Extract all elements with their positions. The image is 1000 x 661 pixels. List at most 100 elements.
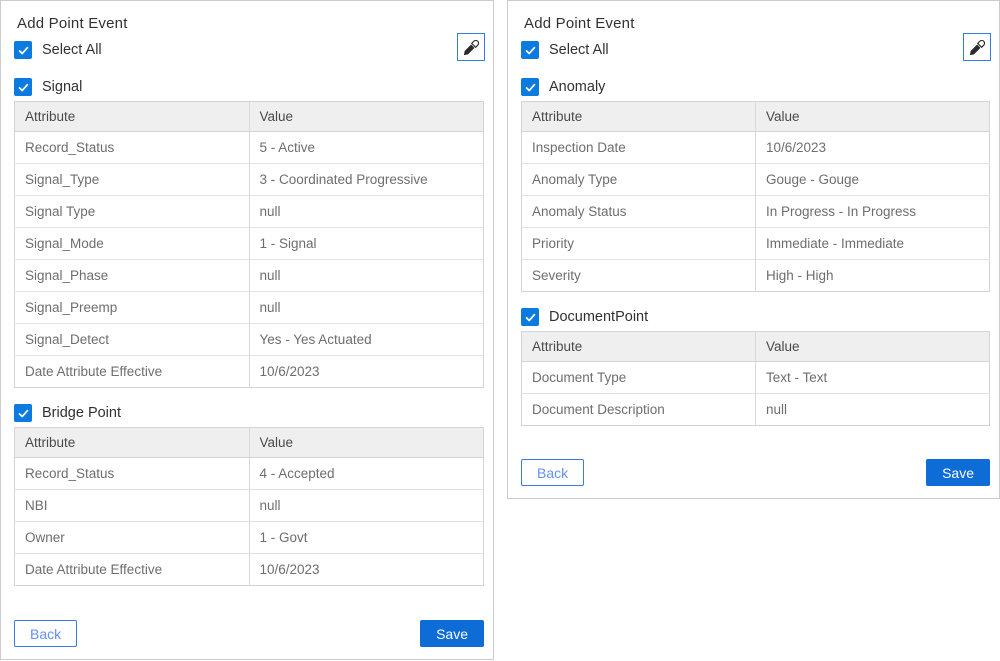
checkbox-signal[interactable] — [14, 78, 32, 96]
table-row: Signal_Mode1 - Signal — [15, 228, 484, 260]
table-header-row: Attribute Value — [522, 332, 990, 362]
attribute-cell: Anomaly Status — [522, 196, 756, 228]
table-row: NBInull — [15, 490, 484, 522]
attribute-cell: Signal_Detect — [15, 324, 250, 356]
value-cell: null — [249, 292, 484, 324]
table-row: Document Descriptionnull — [522, 394, 990, 426]
checkbox-anomaly[interactable] — [521, 78, 539, 96]
add-point-event-panel-left: Add Point Event Select All Signal Attrib… — [0, 0, 494, 660]
value-cell: 5 - Active — [249, 132, 484, 164]
attribute-cell: Date Attribute Effective — [15, 356, 250, 388]
table-row: Record_Status4 - Accepted — [15, 458, 484, 490]
section-label-signal: Signal — [42, 79, 82, 95]
column-header-attribute: Attribute — [15, 102, 250, 132]
table-row: Anomaly TypeGouge - Gouge — [522, 164, 990, 196]
select-all-row: Select All — [14, 41, 484, 59]
table-row: Record_Status5 - Active — [15, 132, 484, 164]
attribute-table-anomaly: Attribute Value Inspection Date10/6/2023… — [521, 101, 990, 292]
table-row: SeverityHigh - High — [522, 260, 990, 292]
attribute-cell: Inspection Date — [522, 132, 756, 164]
select-all-label: Select All — [549, 42, 609, 58]
attribute-table-documentpoint: Attribute Value Document TypeText - Text… — [521, 331, 990, 426]
table-row: Anomaly StatusIn Progress - In Progress — [522, 196, 990, 228]
attribute-cell: Document Description — [522, 394, 756, 426]
attribute-cell: Signal Type — [15, 196, 250, 228]
select-all-checkbox[interactable] — [14, 41, 32, 59]
attribute-cell: Signal_Mode — [15, 228, 250, 260]
table-header-row: Attribute Value — [522, 102, 990, 132]
attribute-cell: Owner — [15, 522, 250, 554]
table-row: Signal_Type3 - Coordinated Progressive — [15, 164, 484, 196]
attribute-cell: Priority — [522, 228, 756, 260]
back-button[interactable]: Back — [521, 459, 584, 486]
select-all-checkbox[interactable] — [521, 41, 539, 59]
section-row-bridge-point: Bridge Point — [14, 404, 484, 422]
table-row: PriorityImmediate - Immediate — [522, 228, 990, 260]
value-cell: 3 - Coordinated Progressive — [249, 164, 484, 196]
value-cell: Gouge - Gouge — [756, 164, 990, 196]
attribute-cell: Signal_Preemp — [15, 292, 250, 324]
check-icon — [17, 407, 30, 420]
table-row: Inspection Date10/6/2023 — [522, 132, 990, 164]
eyedropper-button[interactable] — [963, 33, 991, 61]
attribute-cell: Record_Status — [15, 132, 250, 164]
save-button[interactable]: Save — [926, 459, 990, 486]
add-point-event-panel-right: Add Point Event Select All Anomaly Attri… — [507, 0, 1000, 499]
table-row: Owner1 - Govt — [15, 522, 484, 554]
checkbox-documentpoint[interactable] — [521, 308, 539, 326]
page-title: Add Point Event — [17, 15, 484, 32]
table-row: Signal_Phasenull — [15, 260, 484, 292]
value-cell: Yes - Yes Actuated — [249, 324, 484, 356]
page-title: Add Point Event — [524, 15, 990, 32]
column-header-attribute: Attribute — [15, 428, 250, 458]
select-all-row: Select All — [521, 41, 990, 59]
value-cell: 4 - Accepted — [249, 458, 484, 490]
column-header-value: Value — [756, 332, 990, 362]
attribute-table-bridge-point: Attribute Value Record_Status4 - Accepte… — [14, 427, 484, 586]
table-row: Signal Typenull — [15, 196, 484, 228]
eyedropper-icon — [968, 38, 987, 57]
panel-footer: Back Save — [521, 459, 990, 486]
table-header-row: Attribute Value — [15, 428, 484, 458]
column-header-attribute: Attribute — [522, 332, 756, 362]
value-cell: High - High — [756, 260, 990, 292]
table-row: Signal_Preempnull — [15, 292, 484, 324]
section-label-documentpoint: DocumentPoint — [549, 309, 648, 325]
back-button[interactable]: Back — [14, 620, 77, 647]
section-row-anomaly: Anomaly — [521, 78, 990, 96]
table-row: Signal_DetectYes - Yes Actuated — [15, 324, 484, 356]
save-button[interactable]: Save — [420, 620, 484, 647]
value-cell: null — [249, 260, 484, 292]
panel-footer: Back Save — [14, 620, 484, 647]
eyedropper-button[interactable] — [457, 33, 485, 61]
check-icon — [524, 44, 537, 57]
attribute-cell: Record_Status — [15, 458, 250, 490]
value-cell: 1 - Signal — [249, 228, 484, 260]
column-header-value: Value — [249, 102, 484, 132]
attribute-cell: Document Type — [522, 362, 756, 394]
table-header-row: Attribute Value — [15, 102, 484, 132]
table-row: Date Attribute Effective10/6/2023 — [15, 554, 484, 586]
attribute-cell: Signal_Phase — [15, 260, 250, 292]
value-cell: null — [756, 394, 990, 426]
value-cell: null — [249, 490, 484, 522]
value-cell: 10/6/2023 — [756, 132, 990, 164]
value-cell: In Progress - In Progress — [756, 196, 990, 228]
attribute-cell: Signal_Type — [15, 164, 250, 196]
table-row: Document TypeText - Text — [522, 362, 990, 394]
table-row: Date Attribute Effective10/6/2023 — [15, 356, 484, 388]
attribute-table-signal: Attribute Value Record_Status5 - Active … — [14, 101, 484, 388]
column-header-value: Value — [249, 428, 484, 458]
checkbox-bridge-point[interactable] — [14, 404, 32, 422]
section-label-bridge-point: Bridge Point — [42, 405, 121, 421]
value-cell: 1 - Govt — [249, 522, 484, 554]
attribute-cell: NBI — [15, 490, 250, 522]
section-row-signal: Signal — [14, 78, 484, 96]
value-cell: 10/6/2023 — [249, 356, 484, 388]
section-label-anomaly: Anomaly — [549, 79, 605, 95]
attribute-cell: Anomaly Type — [522, 164, 756, 196]
value-cell: Text - Text — [756, 362, 990, 394]
attribute-cell: Date Attribute Effective — [15, 554, 250, 586]
check-icon — [17, 44, 30, 57]
column-header-value: Value — [756, 102, 990, 132]
